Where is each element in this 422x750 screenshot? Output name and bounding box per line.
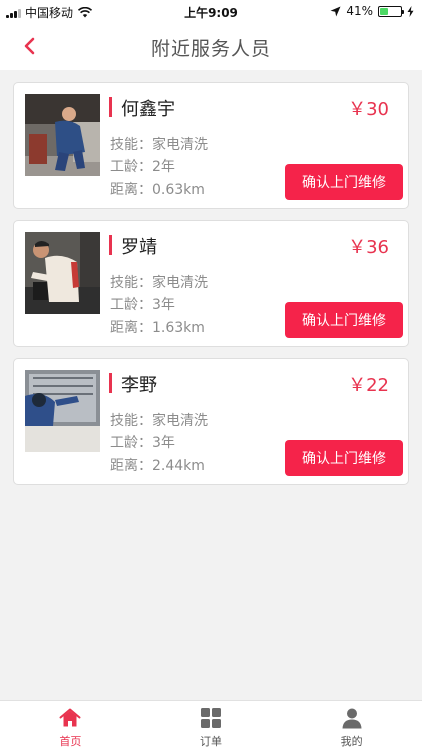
tab-orders[interactable]: 订单 — [141, 701, 282, 750]
location-arrow-icon — [330, 6, 341, 16]
worker-skill: 技能：家电清洗 — [110, 137, 208, 153]
worker-distance: 距离：1.63km — [110, 320, 205, 336]
worker-years: 工龄：3年 — [110, 435, 175, 451]
worker-photo — [25, 370, 100, 452]
charging-icon — [407, 5, 414, 17]
worker-price: ￥22 — [348, 375, 389, 396]
tab-label: 订单 — [200, 735, 222, 748]
worker-skill: 技能：家电清洗 — [110, 275, 208, 291]
worker-name: 罗靖 — [121, 237, 157, 258]
confirm-service-button[interactable]: 确认上门维修 — [285, 164, 403, 200]
worker-distance: 距离：0.63km — [110, 182, 205, 198]
user-icon — [342, 708, 362, 729]
worker-distance: 距离：2.44km — [110, 458, 205, 474]
tab-home[interactable]: 首页 — [0, 701, 141, 750]
status-right: 41% — [330, 4, 414, 18]
worker-name: 李野 — [121, 375, 157, 396]
status-bar: 中国移动 上午9:09 41% — [0, 0, 422, 22]
confirm-service-button[interactable]: 确认上门维修 — [285, 302, 403, 338]
nav-bar: 附近服务人员 — [0, 22, 422, 70]
worker-card[interactable]: 李野 ￥22 技能：家电清洗 工龄：3年 距离：2.44km 确认上门维修 — [13, 358, 409, 485]
name-accent-bar — [109, 373, 112, 393]
worker-years: 工龄：3年 — [110, 297, 175, 313]
worker-card[interactable]: 罗靖 ￥36 技能：家电清洗 工龄：3年 距离：1.63km 确认上门维修 — [13, 220, 409, 347]
tab-label: 首页 — [59, 735, 82, 748]
worker-photo — [25, 94, 100, 176]
worker-skill: 技能：家电清洗 — [110, 413, 208, 429]
grid-icon — [201, 708, 221, 728]
worker-list: 何鑫宇 ￥30 技能：家电清洗 工龄：2年 距离：0.63km 确认上门维修 罗… — [13, 82, 409, 496]
battery-icon — [378, 5, 404, 17]
worker-price: ￥36 — [348, 237, 389, 258]
worker-years: 工龄：2年 — [110, 159, 175, 175]
battery-percent: 41% — [346, 4, 373, 18]
name-accent-bar — [109, 97, 112, 117]
confirm-service-button[interactable]: 确认上门维修 — [285, 440, 403, 476]
worker-photo — [25, 232, 100, 314]
home-icon — [59, 708, 81, 727]
worker-card[interactable]: 何鑫宇 ￥30 技能：家电清洗 工龄：2年 距离：0.63km 确认上门维修 — [13, 82, 409, 209]
tab-profile[interactable]: 我的 — [281, 701, 422, 750]
name-accent-bar — [109, 235, 112, 255]
page-title: 附近服务人员 — [150, 38, 271, 60]
battery-fill — [380, 7, 389, 15]
screen: 中国移动 上午9:09 41% 附近服务人员 何鑫宇 ￥30 技能：家电清洗 工… — [0, 0, 422, 750]
tab-bar: 首页 订单 我的 — [0, 700, 422, 750]
worker-name: 何鑫宇 — [121, 99, 175, 120]
worker-price: ￥30 — [348, 99, 389, 120]
tab-label: 我的 — [340, 735, 363, 748]
